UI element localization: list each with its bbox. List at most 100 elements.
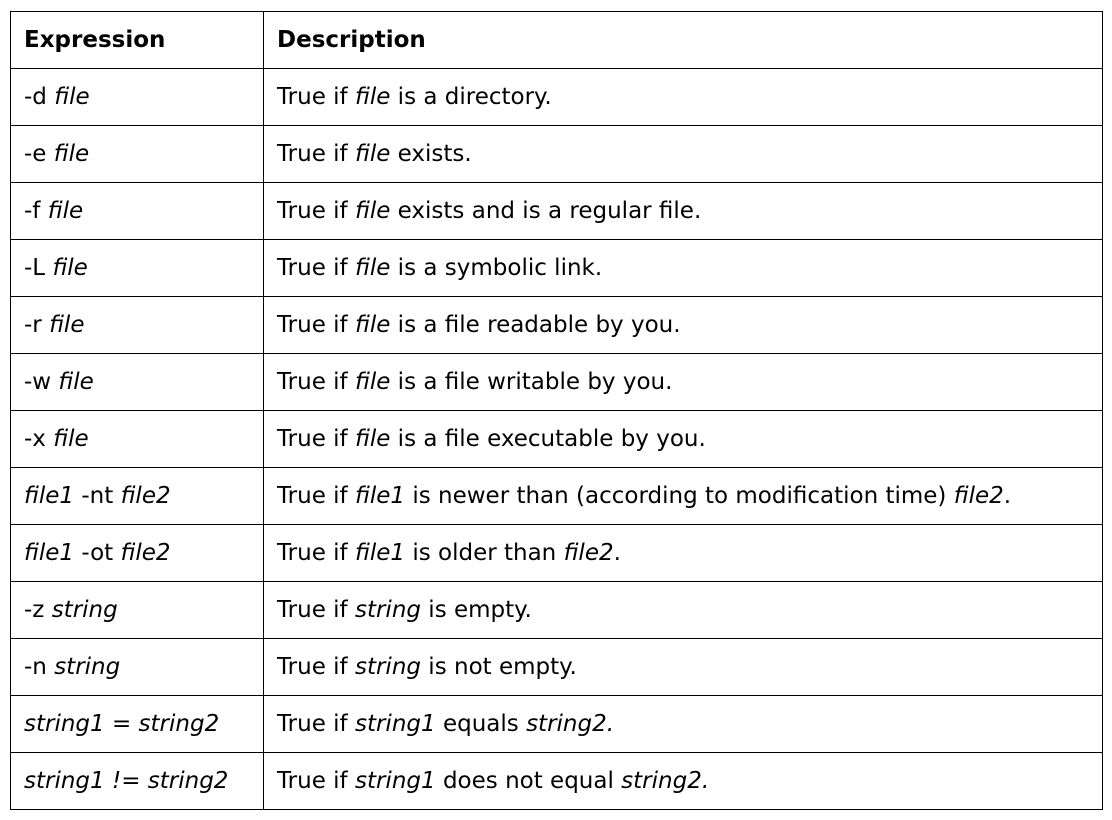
italic-term: string2. [621, 768, 710, 794]
description-cell: True if string is not empty. [263, 638, 1103, 696]
text-segment: -x [24, 426, 54, 452]
text-segment: is a directory. [390, 84, 552, 110]
expression-cell: -x file [10, 410, 264, 468]
test-expressions-table: Expression Description -d file True if fi… [10, 11, 1103, 810]
description-cell: True if file exists. [263, 125, 1103, 183]
italic-term: string1 [354, 711, 436, 737]
text-segment: -w [24, 369, 59, 395]
table-row: file1 -nt file2 True if file1 is newer th… [10, 467, 1103, 525]
text-segment: -ot [74, 540, 121, 566]
italic-term: string [354, 597, 421, 623]
description-cell: True if file1 is older than file2. [263, 524, 1103, 582]
text-segment: is empty. [421, 597, 532, 623]
description-cell: True if string is empty. [263, 581, 1103, 639]
table-row: -w file True if file is a file writable b… [10, 353, 1103, 411]
text-segment: True if [277, 369, 355, 395]
text-segment: is a symbolic link. [390, 255, 603, 281]
description-cell: True if file is a file executable by you… [263, 410, 1103, 468]
header-row: Expression Description [10, 11, 1103, 69]
italic-term: file [354, 369, 391, 395]
italic-term: file [52, 255, 88, 281]
expression-cell: -n string [10, 638, 264, 696]
italic-term: file [47, 198, 84, 224]
table-row: -f file True if file exists and is a regu… [10, 182, 1103, 240]
description-cell: True if file1 is newer than (according t… [263, 467, 1103, 525]
italic-term: file2 [953, 483, 1004, 509]
text-segment: True if [277, 483, 355, 509]
text-segment: is newer than (according to modification… [405, 483, 954, 509]
text-segment: is older than [405, 540, 564, 566]
italic-term: file [53, 141, 90, 167]
description-cell: True if string1 equals string2. [263, 695, 1103, 753]
text-segment: True if [277, 654, 355, 680]
italic-term: file1 [354, 483, 406, 509]
table-row: -n string True if string is not empty. [10, 638, 1103, 696]
text-segment: is a file executable by you. [390, 426, 706, 452]
table-row: -z string True if string is empty. [10, 581, 1103, 639]
expression-cell: string1 = string2 [10, 695, 264, 753]
italic-term: file [354, 312, 391, 338]
text-segment: True if [277, 141, 355, 167]
italic-term: string [51, 597, 118, 623]
text-segment: exists. [390, 141, 472, 167]
description-header: Description [263, 11, 1103, 69]
table-row: string1 != string2 True if string1 does n… [10, 752, 1103, 810]
italic-term: string1 = string2 [24, 711, 220, 737]
description-cell: True if string1 does not equal string2. [263, 752, 1103, 810]
description-cell: True if file is a file readable by you. [263, 296, 1103, 354]
text-segment: True if [277, 597, 355, 623]
text-segment: -r [24, 312, 50, 338]
italic-term: file2 [120, 483, 171, 509]
italic-term: string1 != string2 [24, 768, 229, 794]
table-row: string1 = string2 True if string1 equals … [10, 695, 1103, 753]
italic-term: file [354, 255, 391, 281]
expression-cell: -d file [10, 68, 264, 126]
italic-term: file [354, 426, 391, 452]
text-segment: True if [277, 198, 355, 224]
italic-term: file [49, 312, 85, 338]
italic-term: string [354, 654, 421, 680]
italic-term: file2 [563, 540, 614, 566]
table-row: -r file True if file is a file readable b… [10, 296, 1103, 354]
text-segment: is not empty. [421, 654, 577, 680]
text-segment: True if [277, 426, 355, 452]
expression-cell: -e file [10, 125, 264, 183]
table-row: -L file True if file is a symbolic link. [10, 239, 1103, 297]
italic-term: file2 [120, 540, 171, 566]
description-cell: True if file is a symbolic link. [263, 239, 1103, 297]
italic-term: file1 [24, 483, 75, 509]
text-segment: equals [435, 711, 527, 737]
text-segment: -n [24, 654, 55, 680]
text-segment: True if [277, 84, 355, 110]
italic-term: file1 [354, 540, 406, 566]
text-segment: -f [24, 198, 48, 224]
expression-cell: -r file [10, 296, 264, 354]
italic-term: file1 [24, 540, 75, 566]
italic-term: string2. [526, 711, 615, 737]
text-segment: . [613, 540, 621, 566]
text-segment: is a file readable by you. [390, 312, 681, 338]
table-row: -x file True if file is a file executable… [10, 410, 1103, 468]
text-segment: . [1003, 483, 1012, 509]
italic-term: string1 [354, 768, 436, 794]
expression-cell: file1 -ot file2 [10, 524, 264, 582]
expression-cell: -w file [10, 353, 264, 411]
description-cell: True if file is a directory. [263, 68, 1103, 126]
italic-term: file [354, 198, 391, 224]
italic-term: file [58, 369, 94, 395]
text-segment: -z [24, 597, 52, 623]
expression-cell: -L file [10, 239, 264, 297]
text-segment: -L [24, 255, 53, 281]
text-segment: -nt [74, 483, 121, 509]
text-segment: True if [277, 255, 355, 281]
text-segment: True if [277, 768, 355, 794]
text-segment: is a file writable by you. [390, 369, 673, 395]
text-segment: does not equal [435, 768, 622, 794]
description-cell: True if file is a file writable by you. [263, 353, 1103, 411]
expression-cell: string1 != string2 [10, 752, 264, 810]
text-segment: -e [24, 141, 54, 167]
italic-term: file [53, 426, 89, 452]
description-cell: True if file exists and is a regular fil… [263, 182, 1103, 240]
table-row: -e file True if file exists. [10, 125, 1103, 183]
text-segment: True if [277, 540, 355, 566]
